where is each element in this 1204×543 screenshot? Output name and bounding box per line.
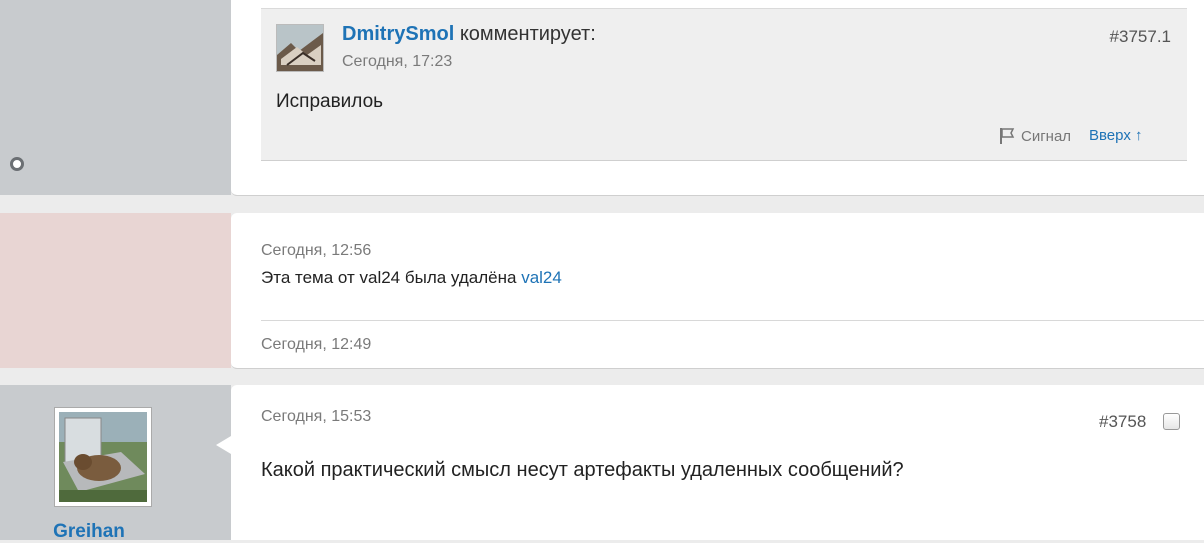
deleted-time: Сегодня, 12:56 — [261, 242, 372, 259]
deleted-message: Эта тема от val24 была удалёна val24 — [261, 268, 562, 288]
comment-text: Исправилоь — [276, 91, 384, 112]
deleted-by-user-link[interactable]: val24 — [521, 268, 562, 287]
post-author-sidebar: Greihan — [0, 385, 231, 542]
back-to-top-link[interactable]: Вверх ↑ — [1089, 127, 1143, 144]
post-block-previous: DmitrySmol комментирует: Сегодня, 17:23 … — [0, 0, 1204, 196]
report-label: Сигнал — [1021, 127, 1072, 145]
comment-permalink[interactable]: #3757.1 — [1110, 27, 1171, 47]
post-time: Сегодня, 15:53 — [261, 408, 372, 425]
user-avatar[interactable] — [54, 407, 152, 507]
speech-pointer — [216, 436, 231, 454]
deleted-post-sidebar — [0, 213, 231, 368]
flag-icon — [1000, 128, 1015, 144]
post-permalink[interactable]: #3758 — [1099, 412, 1146, 432]
comment: DmitrySmol комментирует: Сегодня, 17:23 … — [261, 8, 1187, 161]
report-button[interactable]: Сигнал — [999, 127, 1071, 145]
comment-verb: комментирует: — [459, 23, 596, 45]
select-post-checkbox[interactable] — [1163, 413, 1180, 430]
post-text: Какой практический смысл несут артефакты… — [261, 459, 904, 481]
deleted-post-notice: Сегодня, 12:56 Эта тема от val24 была уд… — [0, 213, 1204, 369]
comment-avatar[interactable] — [276, 24, 324, 72]
online-status-icon — [10, 157, 24, 171]
comment-author-link[interactable]: DmitrySmol — [342, 23, 454, 45]
post-body: Сегодня, 15:53 #3758 Какой практический … — [231, 385, 1204, 540]
comment-time: Сегодня, 17:23 — [342, 53, 453, 70]
deleted-original-time: Сегодня, 12:49 — [261, 336, 372, 353]
divider — [261, 320, 1204, 321]
post-sidebar — [0, 0, 231, 195]
deleted-message-text: Эта тема от val24 была удалёна — [261, 268, 517, 287]
deleted-post-body: Сегодня, 12:56 Эта тема от val24 была уд… — [231, 213, 1204, 369]
comment-author-line: DmitrySmol комментирует: — [342, 23, 596, 46]
post-block: Greihan Сегодня, 15:53 #3758 Какой практ… — [0, 385, 1204, 542]
